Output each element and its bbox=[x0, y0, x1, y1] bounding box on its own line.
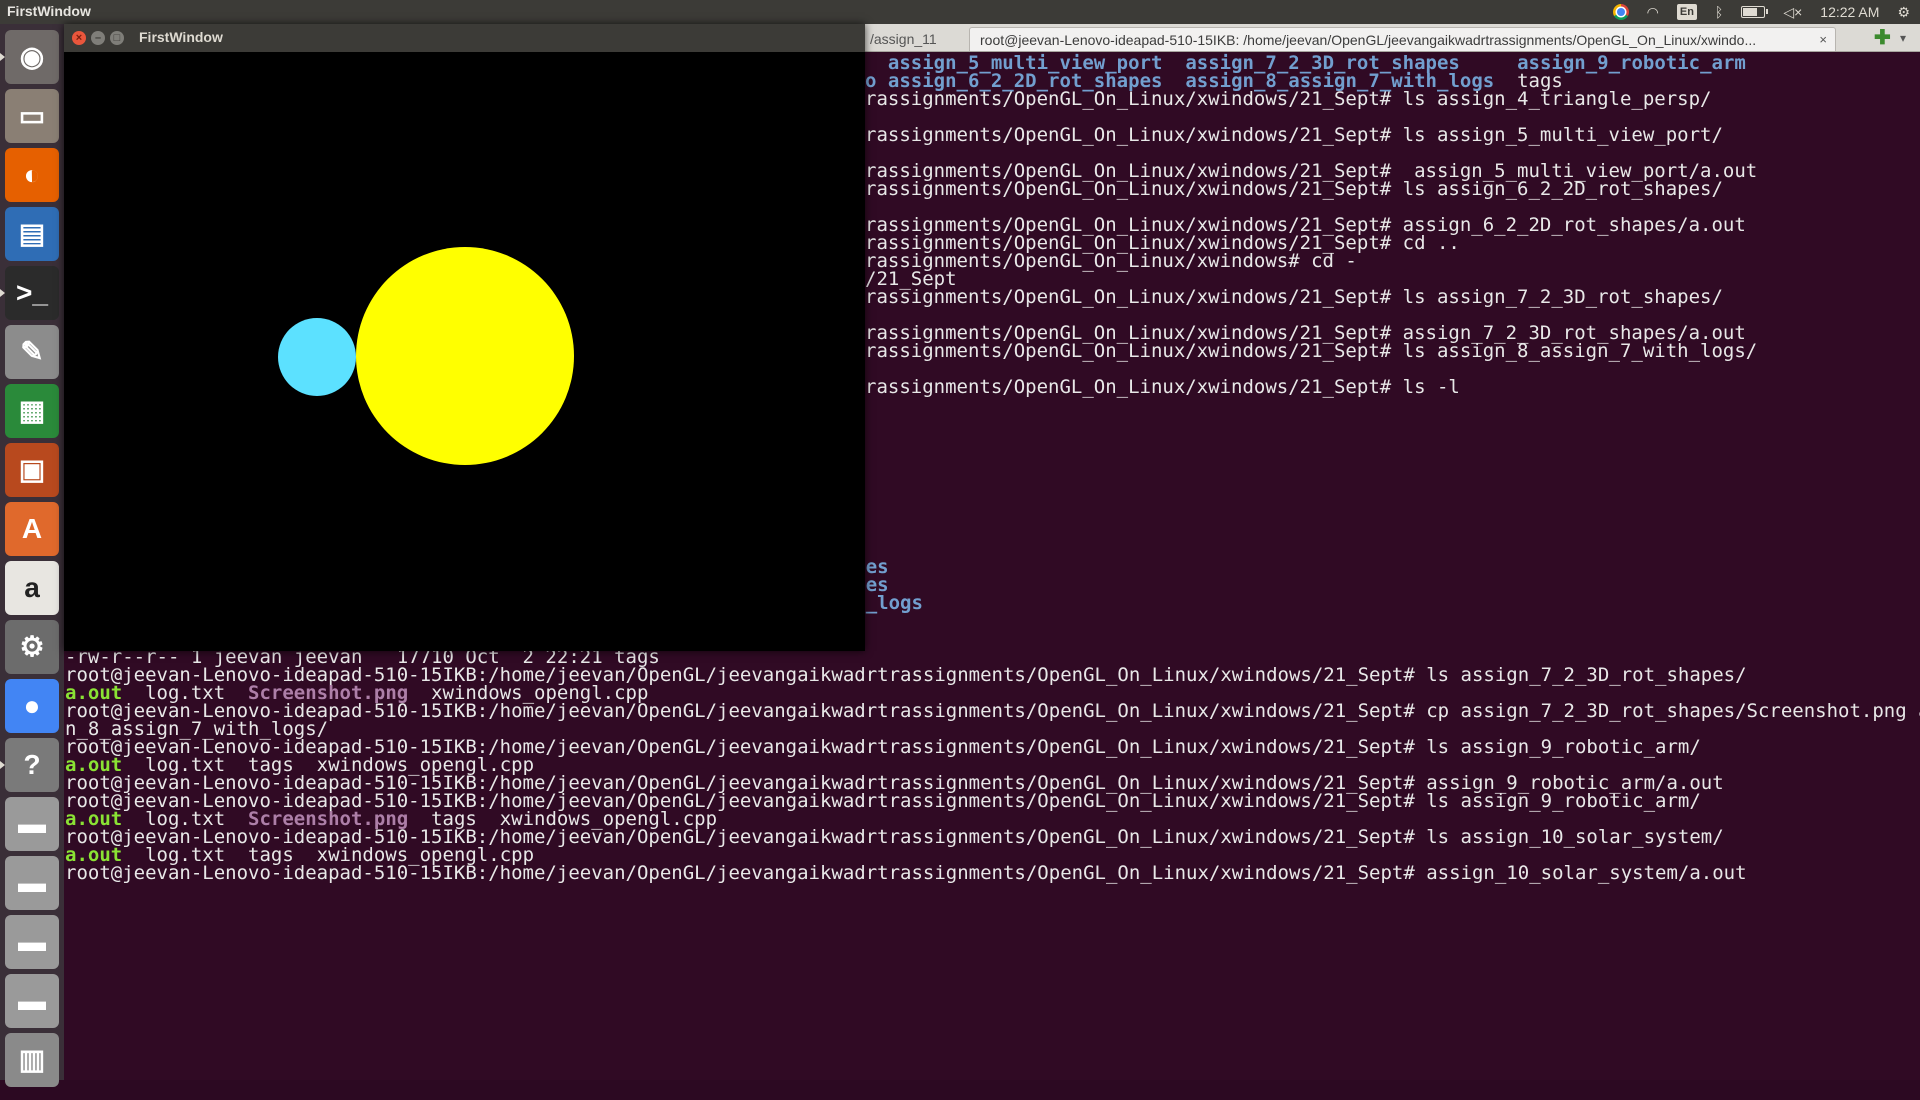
terminal-text: root@jeevan-Lenovo-ideapad-510-15IKB:/ho… bbox=[65, 862, 1747, 884]
ubuntu-software-glyph: A bbox=[21, 513, 43, 544]
terminal-tab-active[interactable]: root@jeevan-Lenovo-ideapad-510-15IKB: /h… bbox=[969, 27, 1836, 51]
ubuntu-software-icon[interactable]: A bbox=[5, 502, 59, 556]
amazon-icon[interactable]: a bbox=[5, 561, 59, 615]
terminal-text: rassignments/OpenGL_On_Linux/xwindows/21… bbox=[865, 286, 1723, 308]
tab-label: root@jeevan-Lenovo-ideapad-510-15IKB: /h… bbox=[980, 32, 1757, 48]
drive-icon-1[interactable]: ▬ bbox=[5, 797, 59, 851]
text-editor-icon[interactable]: ✎ bbox=[5, 325, 59, 379]
terminal-text: rassignments/OpenGL_On_Linux/xwindows/21… bbox=[865, 376, 1460, 398]
tab-label: /assign_11 bbox=[870, 31, 937, 47]
tab-close-icon[interactable]: × bbox=[1819, 28, 1827, 51]
drive-icon-3[interactable]: ▬ bbox=[5, 915, 59, 969]
chrome-icon[interactable]: ● bbox=[5, 679, 59, 733]
drive-icon-4[interactable]: ▬ bbox=[5, 974, 59, 1028]
wifi-icon[interactable]: ◠ bbox=[1647, 0, 1659, 24]
terminal-line: rassignments/OpenGL_On_Linux/xwindows/21… bbox=[865, 340, 1757, 362]
opengl-window[interactable]: × – □ FirstWindow bbox=[64, 24, 865, 651]
terminal-line: rassignments/OpenGL_On_Linux/xwindows/21… bbox=[865, 178, 1723, 200]
opengl-window-title: FirstWindow bbox=[139, 29, 223, 45]
clock[interactable]: 12:22 AM bbox=[1820, 4, 1879, 20]
session-gear-icon[interactable]: ⚙ bbox=[1897, 0, 1910, 24]
terminal-line: rassignments/OpenGL_On_Linux/xwindows/21… bbox=[865, 376, 1460, 398]
maximize-icon[interactable]: □ bbox=[110, 31, 124, 45]
dash-home-glyph: ◉ bbox=[19, 41, 45, 72]
chrome-tray-icon[interactable] bbox=[1612, 4, 1629, 20]
sun-circle bbox=[356, 247, 574, 465]
dash-home-icon[interactable]: ◉ bbox=[5, 30, 59, 84]
drive-icon-2[interactable]: ▬ bbox=[5, 856, 59, 910]
drive-2-glyph: ▬ bbox=[18, 867, 46, 898]
files-glyph: ▭ bbox=[18, 100, 46, 131]
terminal-glyph: >_ bbox=[16, 277, 48, 308]
libreoffice-writer-icon[interactable]: ▤ bbox=[5, 207, 59, 261]
running-indicator bbox=[0, 53, 5, 61]
terminal-text: rassignments/OpenGL_On_Linux/xwindows/21… bbox=[865, 178, 1723, 200]
terminal-line: rassignments/OpenGL_On_Linux/xwindows/21… bbox=[865, 88, 1711, 110]
tab-menu-icon[interactable]: ▾ bbox=[1900, 26, 1906, 50]
running-indicator bbox=[0, 289, 5, 297]
terminal-text: rassignments/OpenGL_On_Linux/xwindows/21… bbox=[865, 88, 1712, 110]
chrome-glyph: ● bbox=[23, 690, 41, 721]
libreoffice-calc-icon[interactable]: ▦ bbox=[5, 384, 59, 438]
new-tab-icon[interactable]: ✚ bbox=[1874, 26, 1891, 50]
help-icon[interactable]: ? bbox=[5, 738, 59, 792]
launcher: ◉ ▭ ◐ ▤ >_ ✎ ▦ ▣ Aa ⚙ ●? ▬ ▬ ▬ ▬ ▥ bbox=[0, 24, 65, 1087]
text-editor-glyph: ✎ bbox=[20, 336, 44, 367]
volume-muted-icon[interactable]: ◁× bbox=[1783, 0, 1802, 24]
opengl-canvas bbox=[64, 52, 865, 651]
trash-glyph: ▥ bbox=[18, 1044, 46, 1075]
keyboard-layout-indicator[interactable]: En bbox=[1676, 4, 1697, 20]
active-window-title: FirstWindow bbox=[7, 3, 91, 19]
minimize-icon[interactable]: – bbox=[91, 31, 105, 45]
firefox-glyph: ◐ bbox=[23, 159, 41, 190]
terminal-line: root@jeevan-Lenovo-ideapad-510-15IKB:/ho… bbox=[65, 862, 1747, 884]
libreoffice-writer-glyph: ▤ bbox=[18, 218, 46, 249]
terminal-text: rassignments/OpenGL_On_Linux/xwindows/21… bbox=[865, 124, 1723, 146]
close-icon[interactable]: × bbox=[72, 31, 86, 45]
opengl-window-titlebar[interactable]: × – □ FirstWindow bbox=[64, 24, 865, 52]
files-icon[interactable]: ▭ bbox=[5, 89, 59, 143]
planet-circle bbox=[278, 318, 356, 396]
terminal-text: rassignments/OpenGL_On_Linux/xwindows/21… bbox=[865, 340, 1758, 362]
battery-icon[interactable] bbox=[1741, 6, 1769, 18]
top-panel: FirstWindow ◠ En ᛒ ◁× 12:22 AM ⚙ bbox=[0, 0, 1920, 24]
system-settings-icon[interactable]: ⚙ bbox=[5, 620, 59, 674]
terminal-line: rassignments/OpenGL_On_Linux/xwindows/21… bbox=[865, 124, 1723, 146]
trash-icon[interactable]: ▥ bbox=[5, 1033, 59, 1087]
terminal-icon[interactable]: >_ bbox=[5, 266, 59, 320]
libreoffice-impress-icon[interactable]: ▣ bbox=[5, 443, 59, 497]
drive-1-glyph: ▬ bbox=[18, 808, 46, 839]
firefox-icon[interactable]: ◐ bbox=[5, 148, 59, 202]
drive-3-glyph: ▬ bbox=[18, 926, 46, 957]
drive-4-glyph: ▬ bbox=[18, 985, 46, 1016]
bluetooth-icon[interactable]: ᛒ bbox=[1715, 0, 1723, 24]
help-glyph: ? bbox=[23, 749, 41, 780]
terminal-text: root@jeevan-Lenovo-ideapad-510-15IKB:/ho… bbox=[65, 700, 1920, 722]
system-settings-glyph: ⚙ bbox=[19, 631, 45, 662]
running-indicator bbox=[0, 761, 5, 769]
amazon-glyph: a bbox=[24, 572, 40, 603]
libreoffice-impress-glyph: ▣ bbox=[18, 454, 46, 485]
terminal-line: rassignments/OpenGL_On_Linux/xwindows/21… bbox=[865, 286, 1723, 308]
terminal-line: root@jeevan-Lenovo-ideapad-510-15IKB:/ho… bbox=[65, 700, 1920, 722]
system-tray: ◠ En ᛒ ◁× 12:22 AM ⚙ bbox=[1612, 0, 1920, 24]
libreoffice-calc-glyph: ▦ bbox=[18, 395, 46, 426]
